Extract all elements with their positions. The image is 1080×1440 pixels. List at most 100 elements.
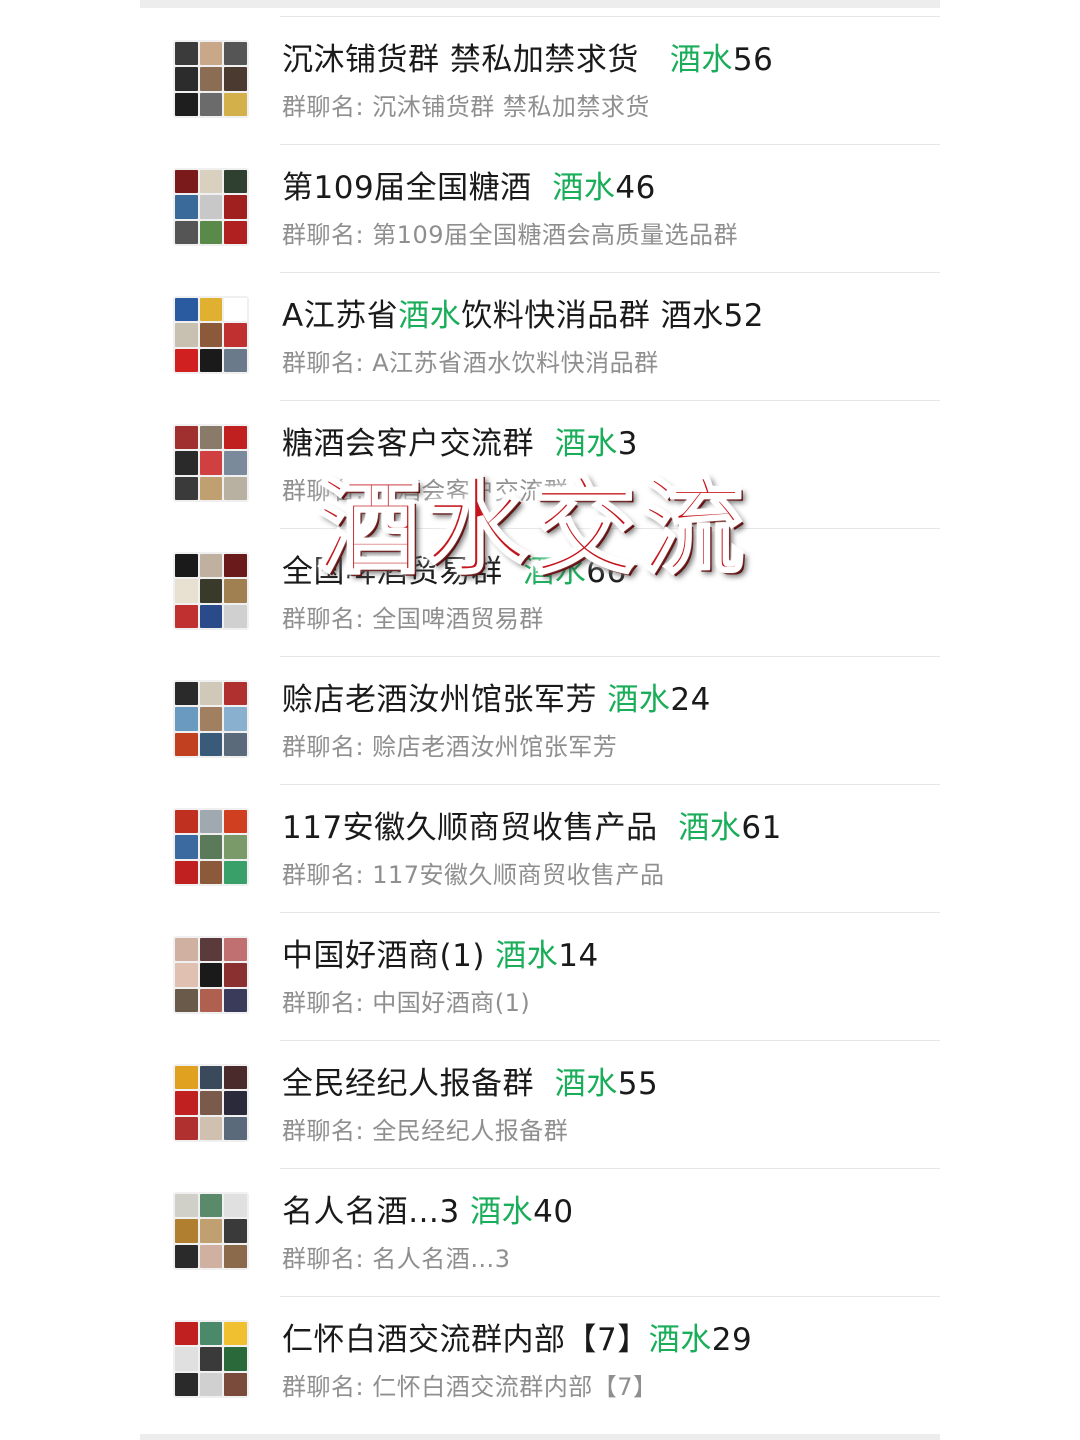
avatar-tile: [175, 810, 198, 834]
group-chat-name: 群聊名: 第109届全国糖酒会高质量选品群: [282, 221, 739, 249]
avatar-tile: [199, 554, 223, 578]
group-chat-row[interactable]: 沉沐铺货群 禁私加禁求货 酒水56 群聊名: 沉沐铺货群 禁私加禁求货: [140, 16, 940, 144]
group-chat-row[interactable]: 第109届全国糖酒 酒水46 群聊名: 第109届全国糖酒会高质量选品群: [140, 144, 940, 272]
avatar-tile: [224, 220, 247, 244]
avatar-tile: [224, 1091, 247, 1115]
avatar-tile: [224, 938, 247, 962]
group-title-text: 中国好酒商(1): [282, 938, 485, 974]
group-avatar: [173, 296, 249, 374]
avatar-tile: [224, 1372, 247, 1396]
avatar-tile: [175, 426, 198, 450]
avatar-tile: [199, 67, 223, 91]
avatar-tile: [224, 963, 247, 987]
avatar-tile: [199, 938, 223, 962]
group-chat-name: 群聊名: 全国啤酒贸易群: [282, 605, 544, 633]
avatar-tile: [224, 707, 247, 731]
avatar-tile: [199, 195, 223, 219]
avatar-tile: [199, 426, 223, 450]
avatar-tile: [199, 170, 223, 194]
group-title-text: 沉沐铺货群 禁私加禁求货: [282, 42, 639, 78]
avatar-tile: [175, 579, 198, 603]
avatar-tile: [175, 42, 198, 66]
avatar-tile: [175, 1091, 198, 1115]
group-title-text: 第109届全国糖酒: [282, 170, 532, 206]
avatar-tile: [199, 348, 223, 372]
avatar-tile: [224, 1219, 247, 1243]
avatar-tile: [199, 1116, 223, 1140]
group-chat-row[interactable]: 赊店老酒汝州馆张军芳 酒水24 群聊名: 赊店老酒汝州馆张军芳: [140, 656, 940, 784]
avatar-tile: [175, 604, 198, 628]
avatar-tile: [199, 323, 223, 347]
avatar-tile: [175, 1219, 198, 1243]
group-chat-row[interactable]: 全民经纪人报备群 酒水55 群聊名: 全民经纪人报备群: [140, 1040, 940, 1168]
avatar-tile: [224, 1194, 247, 1218]
avatar-tile: [175, 170, 198, 194]
bottom-divider: [140, 1434, 940, 1440]
highlight-keyword: 酒水: [554, 1066, 618, 1102]
avatar-tile: [175, 682, 198, 706]
title-spacer: [639, 42, 670, 78]
group-title: 沉沐铺货群 禁私加禁求货 酒水56: [282, 38, 940, 82]
title-spacer: [532, 170, 553, 206]
group-title-text: 全民经纪人报备群: [282, 1066, 534, 1102]
avatar-tile: [199, 707, 223, 731]
avatar-tile: [224, 860, 247, 884]
group-chat-row[interactable]: 仁怀白酒交流群内部【7】酒水29 群聊名: 仁怀白酒交流群内部【7】: [140, 1296, 940, 1424]
group-title: 中国好酒商(1) 酒水14: [282, 934, 940, 978]
avatar-tile: [175, 298, 198, 322]
group-avatar: [173, 1320, 249, 1398]
member-count: 14: [558, 938, 599, 974]
group-title: 名人名酒…3 酒水40: [282, 1190, 940, 1234]
group-chat-name: 群聊名: A江苏省酒水饮料快消品群: [282, 349, 659, 377]
avatar-tile: [175, 860, 198, 884]
group-chat-name: 群聊名: 名人名酒…3: [282, 1245, 511, 1273]
avatar-tile: [175, 938, 198, 962]
avatar-tile: [175, 195, 198, 219]
member-count: 56: [732, 42, 774, 78]
avatar-tile: [175, 963, 198, 987]
group-chat-name: 群聊名: 全民经纪人报备群: [282, 1117, 569, 1145]
overlay-banner: 酒水交流: [314, 463, 748, 589]
avatar-tile: [224, 476, 247, 500]
highlight-keyword: 酒水: [470, 1194, 534, 1230]
avatar-tile: [175, 1116, 198, 1140]
avatar-tile: [199, 1091, 223, 1115]
avatar-tile: [199, 988, 223, 1012]
group-chat-name: 群聊名: 仁怀白酒交流群内部【7】: [282, 1373, 658, 1401]
avatar-tile: [224, 42, 247, 66]
avatar-tile: [175, 67, 198, 91]
avatar-tile: [199, 1244, 223, 1268]
group-chat-row[interactable]: 中国好酒商(1) 酒水14 群聊名: 中国好酒商(1): [140, 912, 940, 1040]
group-title-text: 仁怀白酒交流群内部【7】: [282, 1322, 649, 1358]
avatar-tile: [199, 92, 223, 116]
group-chat-row[interactable]: 名人名酒…3 酒水40 群聊名: 名人名酒…3: [140, 1168, 940, 1296]
avatar-tile: [199, 1347, 223, 1371]
avatar-tile: [199, 42, 223, 66]
group-title: 全民经纪人报备群 酒水55: [282, 1062, 940, 1106]
avatar-tile: [175, 476, 198, 500]
avatar-tile: [199, 810, 223, 834]
title-spacer: [460, 1194, 470, 1230]
avatar-tile: [224, 298, 247, 322]
member-count: 46: [615, 170, 656, 206]
group-title: 117安徽久顺商贸收售产品 酒水61: [282, 806, 940, 850]
avatar-tile: [199, 579, 223, 603]
highlight-keyword: 酒水: [552, 170, 616, 206]
group-title: 赊店老酒汝州馆张军芳 酒水24: [282, 678, 940, 722]
avatar-tile: [224, 67, 247, 91]
avatar-tile: [175, 1372, 198, 1396]
highlight-keyword: 酒水: [678, 810, 742, 846]
group-chat-row[interactable]: A江苏省酒水饮料快消品群 酒水52 群聊名: A江苏省酒水饮料快消品群: [140, 272, 940, 400]
avatar-tile: [175, 1347, 198, 1371]
avatar-tile: [224, 451, 247, 475]
avatar-tile: [175, 707, 198, 731]
member-count: 61: [741, 810, 782, 846]
group-title: A江苏省酒水饮料快消品群 酒水52: [282, 294, 940, 338]
title-spacer: [658, 810, 679, 846]
avatar-tile: [224, 604, 247, 628]
group-chat-name: 群聊名: 117安徽久顺商贸收售产品: [282, 861, 665, 889]
avatar-tile: [175, 92, 198, 116]
avatar-tile: [224, 988, 247, 1012]
avatar-tile: [199, 476, 223, 500]
group-chat-row[interactable]: 117安徽久顺商贸收售产品 酒水61 群聊名: 117安徽久顺商贸收售产品: [140, 784, 940, 912]
